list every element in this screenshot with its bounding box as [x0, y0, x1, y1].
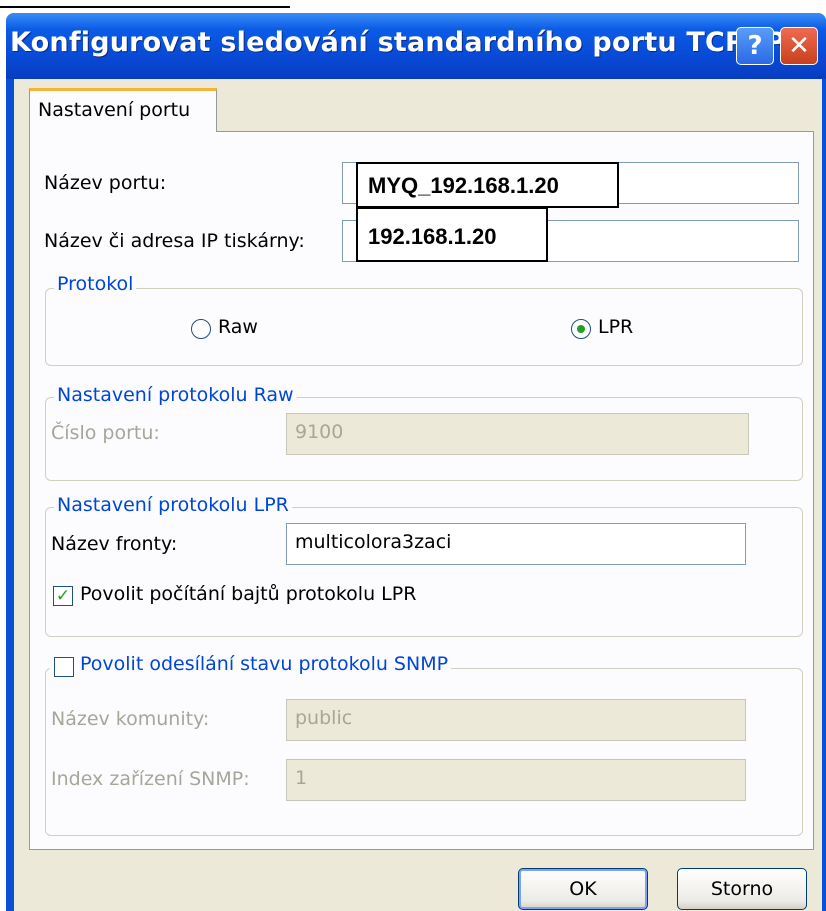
community-label: Název komunity:	[51, 708, 210, 730]
lpr-settings-group: Nastavení protokolu LPR Název fronty: mu…	[45, 494, 803, 637]
help-button[interactable]: ?	[736, 27, 774, 65]
top-underline	[0, 6, 290, 8]
ok-button[interactable]: OK	[518, 868, 648, 910]
title-bar[interactable]: Konfigurovat sledování standardního port…	[6, 13, 826, 79]
port-name-label: Název portu:	[44, 172, 167, 194]
help-icon: ?	[747, 31, 763, 61]
device-index-input[interactable]: 1	[286, 759, 746, 801]
snmp-checkbox[interactable]	[54, 657, 74, 677]
protocol-group: Protokol Raw LPR	[45, 273, 803, 366]
queue-name-input[interactable]: multicolora3zaci	[286, 523, 746, 565]
raw-port-label: Číslo portu:	[51, 422, 160, 444]
dialog-title: Konfigurovat sledování standardního port…	[10, 27, 786, 58]
port-name-value: MYQ_192.168.1.20	[356, 162, 619, 208]
printer-address-value: 192.168.1.20	[356, 207, 548, 262]
cancel-button[interactable]: Storno	[677, 868, 807, 910]
raw-radio[interactable]	[191, 319, 211, 339]
lpr-settings-legend: Nastavení protokolu LPR	[54, 494, 292, 516]
snmp-legend[interactable]: Povolit odesílání stavu protokolu SNMP	[50, 653, 452, 675]
printer-address-label: Název či adresa IP tiskárny:	[44, 230, 305, 252]
raw-port-input[interactable]: 9100	[286, 413, 749, 455]
raw-radio-label[interactable]: Raw	[218, 316, 258, 338]
tab-panel: Název portu: MYQ_192.168.1.20 Název či a…	[29, 131, 814, 850]
byte-count-label[interactable]: Povolit počítání bajtů protokolu LPR	[80, 583, 416, 605]
dialog-client: Nastavení portu Název portu: MYQ_192.168…	[14, 79, 822, 911]
raw-settings-legend: Nastavení protokolu Raw	[54, 384, 297, 406]
dialog-window: Konfigurovat sledování standardního port…	[6, 13, 826, 911]
community-input[interactable]: public	[286, 699, 746, 741]
byte-count-checkbox[interactable]: ✓	[53, 586, 73, 606]
queue-name-label: Název fronty:	[51, 533, 178, 555]
snmp-group: Povolit odesílání stavu protokolu SNMP N…	[45, 653, 803, 836]
close-button[interactable]: ✕	[780, 27, 818, 65]
tab-label: Nastavení portu	[38, 99, 191, 121]
raw-settings-group: Nastavení protokolu Raw Číslo portu: 910…	[45, 384, 803, 481]
lpr-radio-label[interactable]: LPR	[598, 316, 633, 338]
device-index-label: Index zařízení SNMP:	[51, 768, 250, 790]
lpr-radio[interactable]	[571, 319, 591, 339]
close-icon: ✕	[788, 31, 810, 61]
tab-port-settings[interactable]: Nastavení portu	[29, 88, 217, 132]
protocol-legend: Protokol	[54, 273, 137, 295]
